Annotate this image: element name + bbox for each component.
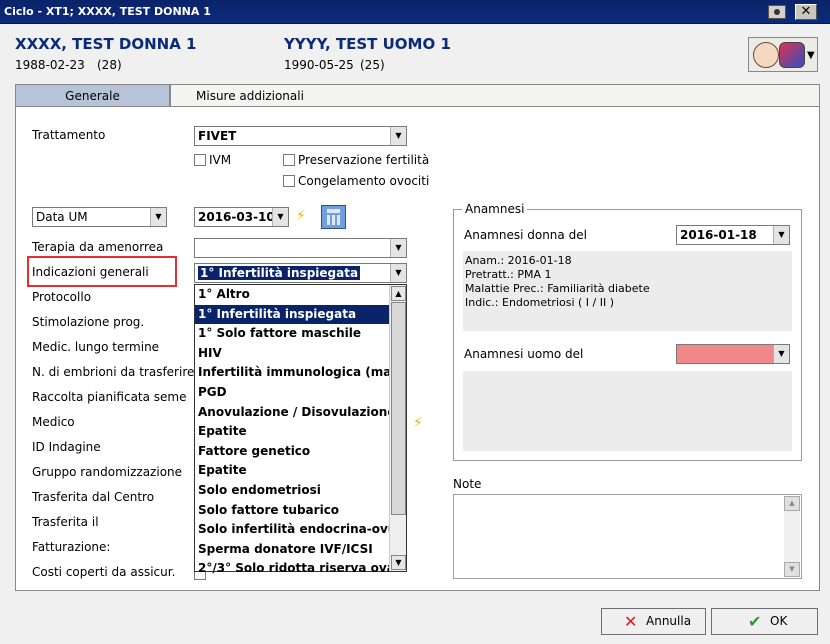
tab-misure-addizionali[interactable]: Misure addizionali <box>170 84 820 107</box>
scroll-down-icon[interactable]: ▼ <box>784 562 800 577</box>
list-item[interactable]: 1° Altro <box>195 285 389 305</box>
dropdown-scrollbar[interactable]: ▲ ▼ <box>389 285 406 571</box>
congelamento-checkbox[interactable]: Congelamento ovociti <box>283 174 429 188</box>
chevron-down-icon[interactable]: ▼ <box>773 226 789 244</box>
close-icon: ✕ <box>624 612 638 631</box>
list-item[interactable]: Solo endometriosi <box>195 481 389 501</box>
list-item[interactable]: 2°/3° Solo ridotta riserva ovarica <box>195 559 389 579</box>
anamnesi-donna-date[interactable]: 2016-01-18 ▼ <box>676 225 790 245</box>
indicazioni-select[interactable]: 1° Infertilità inspiegata ▼ <box>194 263 407 283</box>
lightning-icon[interactable]: ⚡ <box>296 208 306 224</box>
terapia-label: Terapia da amenorrea <box>32 240 164 254</box>
preservazione-checkbox[interactable]: Preservazione fertilità <box>283 153 429 167</box>
chevron-down-icon[interactable]: ▼ <box>272 208 288 226</box>
list-item[interactable]: Solo infertilità endocrina-ovulatoria <box>195 520 389 540</box>
list-item[interactable]: 1° Solo fattore maschile <box>195 324 389 344</box>
field-label-trasferita-il: Trasferita il <box>32 515 99 529</box>
flask-icon <box>779 42 805 68</box>
scroll-down-icon[interactable]: ▼ <box>391 555 406 570</box>
scroll-up-icon[interactable]: ▲ <box>784 496 800 511</box>
couple-button[interactable]: ▼ <box>748 37 818 72</box>
chevron-down-icon[interactable]: ▼ <box>390 264 406 282</box>
camera-icon[interactable] <box>768 5 786 19</box>
list-item[interactable]: Infertilità immunologica (maschile) <box>195 363 389 383</box>
date-type-select[interactable]: Data UM ▼ <box>32 207 167 227</box>
tab-bar: Generale Misure addizionali <box>15 84 820 107</box>
female-birth-date: 1988-02-23 <box>15 58 85 72</box>
list-item[interactable]: HIV <box>195 344 389 364</box>
list-item[interactable]: Epatite <box>195 422 389 442</box>
list-item[interactable]: Fattore genetico <box>195 442 389 462</box>
ok-button[interactable]: ✔ OK <box>711 608 818 635</box>
chevron-down-icon: ▼ <box>807 50 815 61</box>
trattamento-label: Trattamento <box>32 128 106 142</box>
chevron-down-icon[interactable]: ▼ <box>150 208 166 226</box>
scroll-up-icon[interactable]: ▲ <box>391 286 406 301</box>
female-patient-name: XXXX, TEST DONNA 1 <box>15 35 197 53</box>
notes-label: Note <box>453 477 482 491</box>
couple-icon <box>753 42 779 68</box>
lightning-icon[interactable]: ⚡ <box>413 415 423 431</box>
indicazioni-dropdown-list[interactable]: 1° Altro 1° Infertilità inspiegata 1° So… <box>194 284 407 575</box>
field-label-stimolazione: Stimolazione prog. <box>32 315 145 329</box>
chevron-down-icon[interactable]: ▼ <box>773 345 789 363</box>
male-patient-name: YYYY, TEST UOMO 1 <box>284 35 451 53</box>
anamnesi-donna-info: Anam.: 2016-01-18 Pretratt.: PMA 1 Malat… <box>463 251 792 331</box>
notes-textarea[interactable]: ▲ ▼ <box>453 494 802 579</box>
close-button[interactable]: ✕ <box>795 4 817 20</box>
field-label-trasferita-centro: Trasferita dal Centro <box>32 490 155 504</box>
male-age: (25) <box>360 58 385 72</box>
anamnesi-uomo-label: Anamnesi uomo del <box>464 347 584 361</box>
chevron-down-icon[interactable]: ▼ <box>390 239 406 257</box>
field-label-raccolta: Raccolta pianificata seme <box>32 390 187 404</box>
check-icon: ✔ <box>748 612 762 631</box>
list-item[interactable]: Solo fattore tubarico <box>195 501 389 521</box>
cancel-button[interactable]: ✕ Annulla <box>601 608 706 635</box>
list-item[interactable]: PGD <box>195 383 389 403</box>
calculator-icon[interactable] <box>321 205 346 229</box>
scroll-thumb[interactable] <box>391 302 406 515</box>
field-label-embrioni: N. di embrioni da trasferire <box>32 365 195 379</box>
list-item[interactable]: Anovulazione / Disovulazione / PCO <box>195 403 389 423</box>
notes-scrollbar[interactable]: ▲ ▼ <box>784 496 800 577</box>
anamnesi-uomo-date[interactable]: ▼ <box>676 344 790 364</box>
tab-generale[interactable]: Generale <box>15 84 170 107</box>
anamnesi-legend: Anamnesi <box>462 202 528 216</box>
ivm-checkbox[interactable]: IVM <box>194 153 231 167</box>
list-item[interactable]: Epatite <box>195 461 389 481</box>
date-field[interactable]: 2016-03-10 ▼ <box>194 207 289 227</box>
field-label-costi: Costi coperti da assicur. <box>32 565 176 579</box>
trattamento-select[interactable]: FIVET ▼ <box>194 126 407 146</box>
male-birth-date: 1990-05-25 <box>284 58 354 72</box>
list-item[interactable]: Sperma donatore IVF/ICSI <box>195 540 389 560</box>
anamnesi-uomo-info <box>463 371 792 451</box>
window-title: Ciclo - XT1; XXXX, TEST DONNA 1 <box>4 5 211 18</box>
field-label-fatturazione: Fatturazione: <box>32 540 111 554</box>
field-label-protocollo: Protocollo <box>32 290 92 304</box>
title-bar: Ciclo - XT1; XXXX, TEST DONNA 1 ✕ <box>0 0 830 24</box>
chevron-down-icon[interactable]: ▼ <box>390 127 406 145</box>
field-label-gruppo: Gruppo randomizzazione <box>32 465 183 479</box>
terapia-select[interactable]: ▼ <box>194 238 407 258</box>
field-label-medic-lungo: Medic. lungo termine <box>32 340 160 354</box>
female-age: (28) <box>97 58 122 72</box>
field-label-id-indagine: ID Indagine <box>32 440 101 454</box>
field-label-medico: Medico <box>32 415 75 429</box>
anamnesi-donna-label: Anamnesi donna del <box>464 228 587 242</box>
indicazioni-label: Indicazioni generali <box>32 265 149 279</box>
list-item-selected[interactable]: 1° Infertilità inspiegata <box>195 304 389 325</box>
